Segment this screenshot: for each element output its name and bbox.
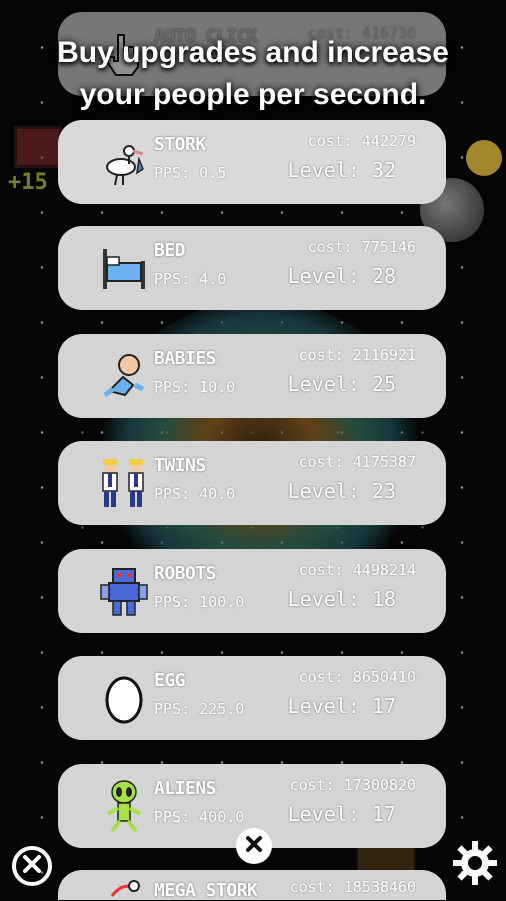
bed-icon [98, 240, 150, 296]
upgrade-cost: cost: 17300820 [289, 776, 416, 794]
stork-icon [98, 134, 150, 190]
upgrade-name: STORK [154, 134, 206, 155]
upgrade-level: Level: 32 [287, 158, 396, 182]
upgrade-pps: PPS: 225.0 [154, 700, 245, 718]
upgrade-name: ROBOTS [154, 563, 217, 584]
upgrade-cost: cost: 18538460 [289, 878, 416, 896]
egg-icon [98, 670, 150, 726]
upgrade-list: AUTO CLICK cost: 416736 STORK PPS: 0.5 c… [0, 0, 506, 901]
close-circle-icon [21, 853, 43, 879]
alien-icon [98, 778, 150, 834]
upgrade-cost: cost: 442279 [307, 132, 416, 150]
upgrade-level: Level: 28 [287, 264, 396, 288]
headline-line-2: your people per second. [79, 78, 427, 111]
gear-icon [452, 840, 498, 890]
baby-icon [98, 348, 150, 404]
upgrade-level: Level: 17 [287, 694, 396, 718]
close-button[interactable] [236, 828, 272, 864]
upgrade-cost: cost: 8650410 [298, 668, 416, 686]
upgrade-name: ALIENS [154, 778, 217, 799]
upgrade-card-bed[interactable]: BED PPS: 4.0 cost: 775146 Level: 28 [58, 226, 446, 310]
upgrade-pps: PPS: 4.0 [154, 270, 227, 288]
upgrade-level: Level: 17 [287, 802, 396, 826]
twins-icon [98, 455, 150, 511]
tutorial-headline: Buy upgrades and increase your people pe… [0, 32, 506, 116]
upgrade-card-robots[interactable]: ROBOTS PPS: 100.0 cost: 4498214 Level: 1… [58, 549, 446, 633]
robot-icon [98, 563, 150, 619]
upgrade-pps: PPS: 400.0 [154, 808, 245, 826]
upgrade-level: Level: 18 [287, 587, 396, 611]
settings-button[interactable] [452, 840, 498, 890]
upgrade-card-babies[interactable]: BABIES PPS: 10.0 cost: 2116921 Level: 25 [58, 334, 446, 418]
upgrade-pps: PPS: 10.0 [154, 378, 236, 396]
upgrade-card-mega-stork[interactable]: MEGA STORK cost: 18538460 [58, 870, 446, 901]
upgrade-cost: cost: 4175387 [298, 453, 416, 471]
upgrade-card-twins[interactable]: TWINS PPS: 40.0 cost: 4175387 Level: 23 [58, 441, 446, 525]
upgrade-name: MEGA STORK [154, 880, 258, 901]
close-icon [244, 834, 264, 858]
upgrade-card-egg[interactable]: EGG PPS: 225.0 cost: 8650410 Level: 17 [58, 656, 446, 740]
upgrade-name: EGG [154, 670, 186, 691]
upgrade-name: TWINS [154, 455, 206, 476]
upgrade-level: Level: 23 [287, 479, 396, 503]
upgrade-name: BED [154, 240, 186, 261]
upgrade-cost: cost: 2116921 [298, 346, 416, 364]
headline-line-1: Buy upgrades and increase [57, 36, 449, 69]
upgrade-card-stork[interactable]: STORK PPS: 0.5 cost: 442279 Level: 32 [58, 120, 446, 204]
upgrade-level: Level: 25 [287, 372, 396, 396]
close-circle-button[interactable] [12, 846, 52, 886]
upgrade-cost: cost: 4498214 [298, 561, 416, 579]
upgrade-name: BABIES [154, 348, 217, 369]
upgrade-pps: PPS: 100.0 [154, 593, 245, 611]
upgrade-pps: PPS: 0.5 [154, 164, 227, 182]
upgrade-pps: PPS: 40.0 [154, 485, 236, 503]
mega-stork-icon [98, 876, 150, 900]
upgrade-cost: cost: 775146 [307, 238, 416, 256]
